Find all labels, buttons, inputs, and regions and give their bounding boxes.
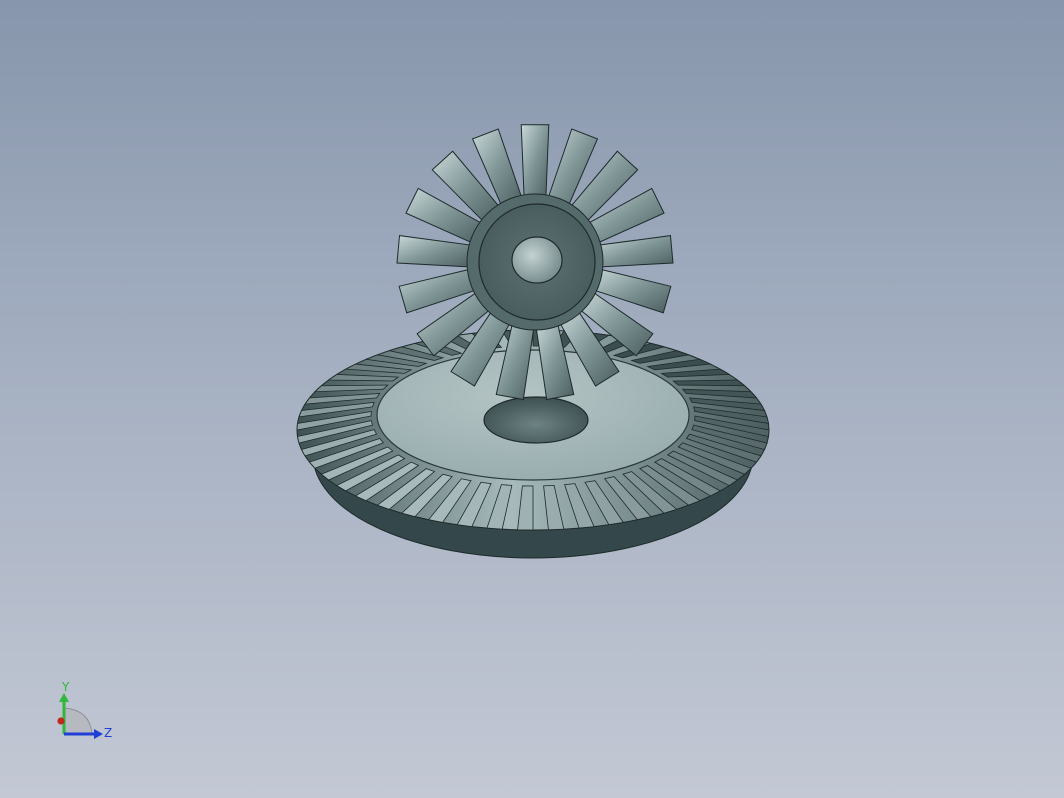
triad-quadrant-shape xyxy=(63,707,93,735)
y-axis-label: Y xyxy=(61,680,70,694)
bevel-ring-gear[interactable] xyxy=(296,329,770,559)
pinion-gear-tooth xyxy=(520,124,550,200)
z-axis-label: Z xyxy=(104,726,112,740)
z-axis-arrow-icon xyxy=(94,729,103,739)
x-axis-dot-icon xyxy=(57,717,65,725)
ring-gear-bore xyxy=(483,396,589,444)
gear-assembly-view[interactable] xyxy=(0,0,1064,798)
y-axis-arrow-icon xyxy=(59,693,69,702)
axis-triad[interactable]: Y Z xyxy=(40,676,130,752)
pinion-gear-tooth xyxy=(396,235,474,268)
ring-gear-tooth xyxy=(672,379,746,387)
pinion-gear-tooth xyxy=(596,235,674,268)
pinion-gear-bore xyxy=(511,236,563,284)
3d-viewport[interactable]: Y Z xyxy=(0,0,1064,798)
